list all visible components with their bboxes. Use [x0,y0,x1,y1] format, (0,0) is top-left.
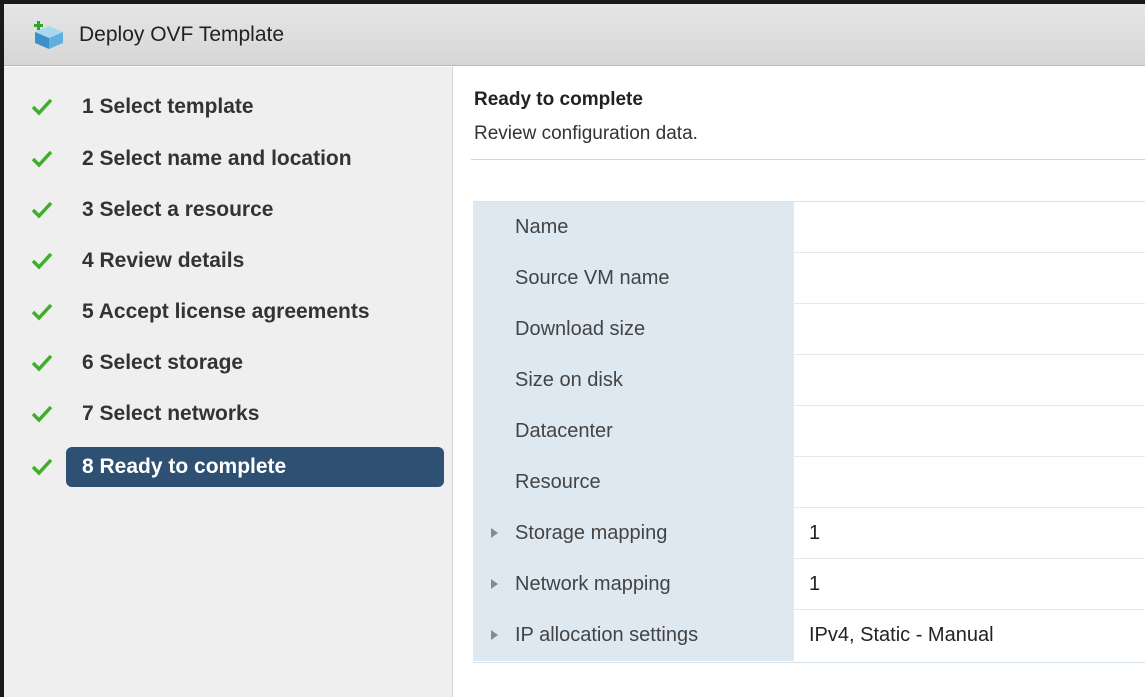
deploy-ovf-dialog: Deploy OVF Template 1 Select template 2 … [0,0,1145,697]
property-name-cell: Storage mapping [473,508,794,558]
property-value-cell [794,253,1145,303]
wizard-step-3[interactable]: 3 Select a resource [4,190,453,230]
wizard-step-5[interactable]: 5 Accept license agreements [4,292,453,332]
wizard-step-7[interactable]: 7 Select networks [4,394,453,434]
property-name-cell: Name [473,202,794,252]
table-row: Size on disk [473,355,1145,406]
wizard-step-label: 4 Review details [82,249,245,272]
property-name: Download size [515,318,646,340]
table-row-expandable[interactable]: IP allocation settings IPv4, Static - Ma… [473,610,1145,661]
property-value: 1 [809,573,821,595]
check-icon [31,252,53,270]
check-icon [31,303,53,321]
wizard-step-6[interactable]: 6 Select storage [4,343,453,383]
table-row: Datacenter [473,406,1145,457]
page-title: Ready to complete [474,89,643,110]
property-value-cell [794,304,1145,354]
wizard-step-1[interactable]: 1 Select template [4,87,453,127]
wizard-steps-sidebar: 1 Select template 2 Select name and loca… [4,67,453,697]
expand-triangle-icon[interactable] [491,579,498,589]
property-name-cell: Resource [473,457,794,507]
property-value-cell: 1 [794,559,1145,609]
property-name: Storage mapping [515,522,668,544]
ready-to-complete-panel: Ready to complete Review configuration d… [454,67,1145,697]
table-row: Source VM name [473,253,1145,304]
property-value-cell [794,355,1145,405]
property-value-cell: 1 [794,508,1145,558]
property-name-cell: Size on disk [473,355,794,405]
configuration-summary-table: Name Source VM name Download size Size o… [473,201,1145,663]
property-name: IP allocation settings [515,624,699,646]
property-name-cell: Download size [473,304,794,354]
wizard-step-label: 1 Select template [82,95,254,118]
expand-triangle-icon[interactable] [491,630,498,640]
check-icon [31,458,53,476]
table-row: Resource [473,457,1145,508]
property-name-cell: Source VM name [473,253,794,303]
property-value-cell [794,457,1145,507]
dialog-titlebar: Deploy OVF Template [4,4,1145,66]
check-icon [31,405,53,423]
check-icon [31,201,53,219]
property-name: Source VM name [515,267,670,289]
property-name: Datacenter [515,420,613,442]
wizard-step-8-active[interactable]: 8 Ready to complete [4,447,453,487]
wizard-step-4[interactable]: 4 Review details [4,241,453,281]
property-name: Size on disk [515,369,623,391]
table-row-expandable[interactable]: Storage mapping 1 [473,508,1145,559]
header-divider [471,159,1145,160]
table-row: Name [473,202,1145,253]
page-subtitle: Review configuration data. [474,123,698,144]
property-name: Name [515,216,569,238]
wizard-step-label: 6 Select storage [82,351,244,374]
table-row: Download size [473,304,1145,355]
wizard-step-label: 5 Accept license agreements [82,300,370,323]
table-row-expandable[interactable]: Network mapping 1 [473,559,1145,610]
property-name: Network mapping [515,573,671,595]
property-value: 1 [809,522,821,544]
property-name-cell: IP allocation settings [473,610,794,661]
wizard-step-2[interactable]: 2 Select name and location [4,139,453,179]
property-value: IPv4, Static - Manual [809,624,994,646]
property-value-cell: IPv4, Static - Manual [794,610,1145,661]
dialog-title: Deploy OVF Template [79,23,285,46]
check-icon [31,150,53,168]
wizard-step-label: 3 Select a resource [82,198,274,221]
property-name-cell: Datacenter [473,406,794,456]
property-value-cell [794,202,1145,252]
check-icon [31,98,53,116]
wizard-step-label: 8 Ready to complete [82,455,287,478]
wizard-step-label: 2 Select name and location [82,147,352,170]
ovf-template-cube-icon [34,21,63,49]
wizard-step-label: 7 Select networks [82,402,260,425]
expand-triangle-icon[interactable] [491,528,498,538]
property-name-cell: Network mapping [473,559,794,609]
check-icon [31,354,53,372]
property-value-cell [794,406,1145,456]
property-name: Resource [515,471,601,493]
